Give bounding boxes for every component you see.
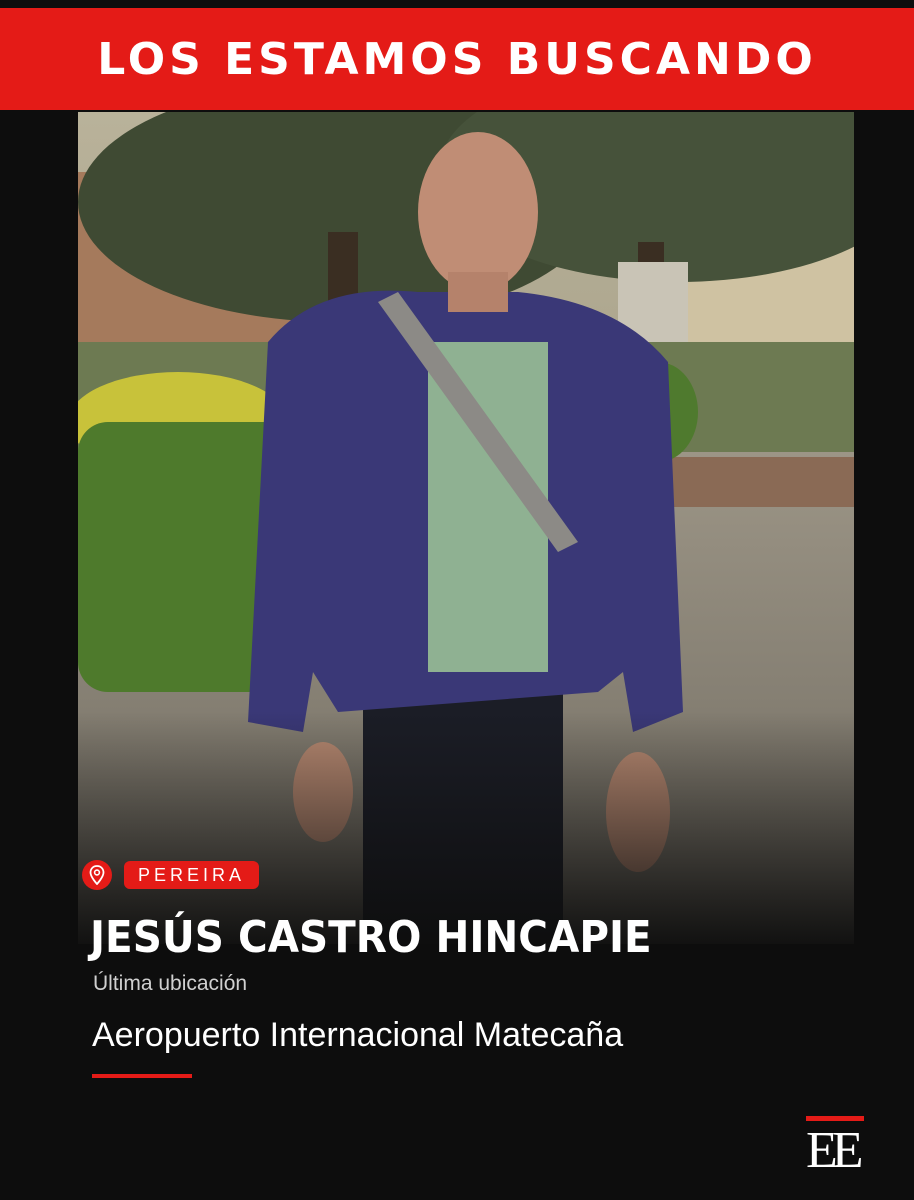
- logo-text: EE: [806, 1122, 864, 1179]
- map-pin-icon: [82, 860, 112, 890]
- top-border: [0, 0, 914, 8]
- brand-logo: EE: [806, 1116, 864, 1180]
- logo-accent-bar: [806, 1116, 864, 1121]
- last-seen-place: Aeropuerto Internacional Matecaña: [92, 1016, 624, 1054]
- accent-divider: [92, 1074, 192, 1078]
- last-seen-label: Última ubicación: [93, 972, 248, 995]
- person-name: JESÚS CASTRO HINCAPIE: [90, 912, 652, 963]
- header-banner: LOS ESTAMOS BUSCANDO: [0, 8, 914, 110]
- header-title: LOS ESTAMOS BUSCANDO: [97, 33, 817, 85]
- missing-person-photo: [78, 112, 854, 944]
- location-row: PEREIRA: [82, 860, 260, 890]
- city-badge: PEREIRA: [124, 861, 260, 889]
